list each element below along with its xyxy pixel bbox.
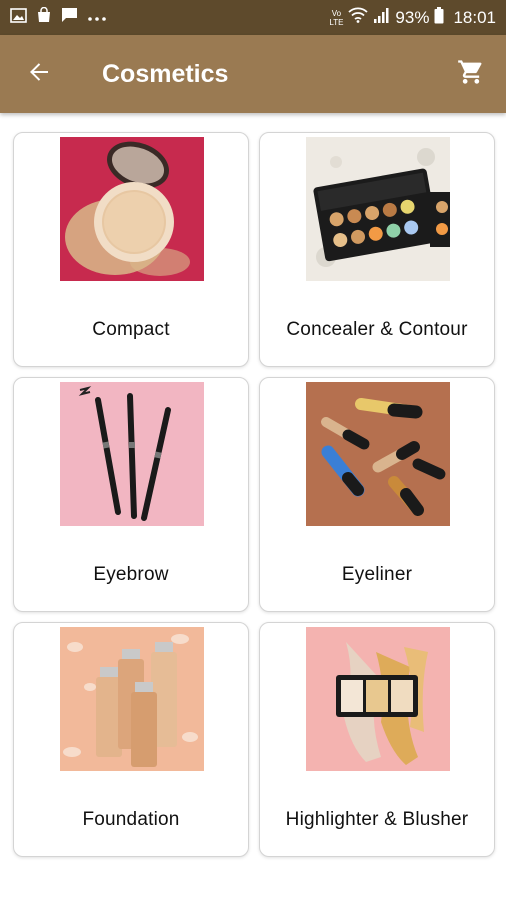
shopping-cart-icon (457, 58, 485, 91)
page-title: Cosmetics (102, 59, 229, 88)
battery-icon (434, 6, 444, 29)
category-card-compact[interactable]: Compact (13, 132, 249, 367)
foundation-bottles-image (60, 627, 204, 771)
eyebrow-pencils-image (60, 382, 204, 526)
eyeliner-tubes-image (306, 382, 450, 526)
shopping-bag-icon (36, 6, 52, 28)
clock: 18:01 (453, 7, 496, 27)
category-label: Eyebrow (93, 564, 169, 585)
status-bar: Vo LTE 93% 18:01 (0, 0, 506, 35)
category-label: Concealer & Contour (286, 319, 468, 340)
category-card-concealer-contour[interactable]: Concealer & Contour (259, 132, 495, 367)
category-label: Foundation (82, 809, 180, 830)
more-notifications-icon (87, 9, 107, 27)
back-button[interactable] (0, 35, 78, 113)
category-card-eyebrow[interactable]: Eyebrow (13, 377, 249, 612)
notification-icons (10, 6, 107, 28)
category-label: Compact (92, 319, 170, 340)
system-status: Vo LTE 93% 18:01 (329, 6, 496, 29)
compact-powder-image (60, 137, 204, 281)
app-bar: Cosmetics (0, 35, 506, 113)
category-card-eyeliner[interactable]: Eyeliner (259, 377, 495, 612)
category-label: Eyeliner (341, 564, 413, 585)
highlighter-palette-image (306, 627, 450, 771)
cart-button[interactable] (436, 35, 506, 113)
arrow-back-icon (27, 60, 51, 89)
category-card-foundation[interactable]: Foundation (13, 622, 249, 857)
message-icon (61, 7, 78, 28)
category-card-highlighter-blusher[interactable]: Highlighter & Blusher (259, 622, 495, 857)
signal-icon (373, 7, 390, 28)
battery-percent: 93% (395, 7, 430, 27)
concealer-palette-image (306, 137, 450, 281)
volte-icon: Vo LTE (329, 8, 344, 27)
category-label: Highlighter & Blusher (285, 809, 469, 830)
category-grid: Compact Concealer & Contour Eyebrow Eyel… (13, 132, 495, 857)
wifi-icon (348, 7, 369, 28)
gallery-icon (10, 7, 27, 28)
